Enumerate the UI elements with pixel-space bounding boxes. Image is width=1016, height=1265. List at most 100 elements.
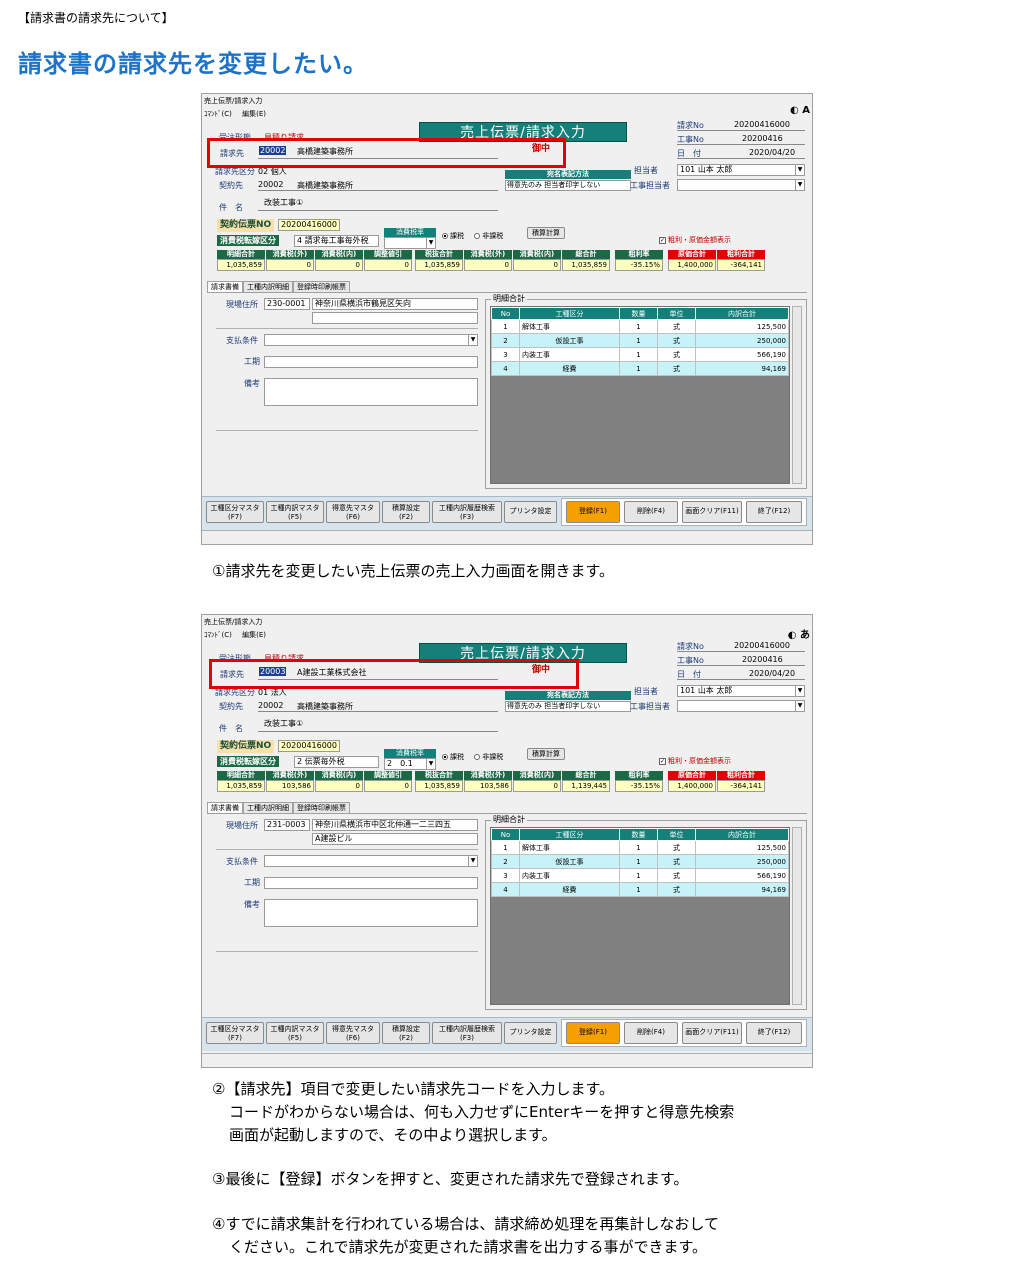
meisai-grid[interactable]: No 工種区分 数量 単位 内訳合計 1 解体工事 1 式 125,500 2 仮設工事 1… [490, 306, 790, 484]
keiyaku-no-field[interactable]: 20200416000 [278, 740, 340, 752]
totals-value: 1,035,859 [415, 259, 463, 271]
koki-field[interactable] [264, 877, 478, 889]
cell-unit: 式 [657, 333, 696, 348]
tantosha-select[interactable]: 101 山本 太郎 ▼ [677, 164, 805, 176]
tab-koshu-meisai[interactable]: 工種内訳明細 [243, 802, 293, 813]
zip-field[interactable]: 230-0001 [264, 298, 310, 310]
koshu-uchiwake-master-button[interactable]: 工種内訳マスタ (F5) [266, 1022, 324, 1044]
customer-master-button[interactable]: 得意先マスタ (F6) [326, 1022, 380, 1044]
clear-button[interactable]: 画面クリア(F11) [682, 501, 742, 523]
totals-value: 0 [513, 780, 561, 792]
table-row[interactable]: 4 経費 1 式 94,169 [491, 361, 789, 376]
hikazei-radio[interactable]: 非課税 [474, 232, 503, 240]
koshu-kubun-master-button[interactable]: 工種区分マスタ (F7) [206, 501, 264, 523]
koji-tantosha-select[interactable]: ▼ [677, 700, 805, 712]
tax-rate-dropdown-icon[interactable]: ▼ [426, 238, 435, 248]
koji-tantosha-dropdown-icon[interactable]: ▼ [795, 701, 804, 711]
kenmei-input[interactable]: 改装工事① [264, 197, 303, 208]
tantosha-select[interactable]: 101 山本 太郎 ▼ [677, 685, 805, 697]
kazei-radio[interactable]: 課税 [442, 753, 464, 761]
tax-kubun-select[interactable]: 4 請求毎工事毎外税 [294, 235, 379, 247]
kenmei-label: 件 名 [219, 203, 243, 212]
koshu-uchiwake-master-button[interactable]: 工種内訳マスタ (F5) [266, 501, 324, 523]
address2-field[interactable] [312, 312, 478, 324]
tax-kubun-select[interactable]: 2 伝票毎外税 [294, 756, 379, 768]
cell-qty: 1 [619, 840, 658, 855]
show-cost-checkbox[interactable]: ✓ 粗利・原価金額表示 [659, 235, 731, 245]
sekisan-settings-button[interactable]: 積算設定 (F2) [382, 1022, 430, 1044]
sekisan-button[interactable]: 積算計算 [527, 748, 565, 760]
clear-button[interactable]: 画面クリア(F11) [682, 1022, 742, 1044]
history-search-button[interactable]: 工種内訳履歴検索 (F3) [432, 501, 502, 523]
tab-koshu-meisai[interactable]: 工種内訳明細 [243, 281, 293, 292]
totals-header: 消費税(外) [464, 250, 512, 259]
tax-rate-select[interactable]: 2 0.1 ▼ [384, 758, 436, 770]
tax-radio-group: 課税 非課税 [442, 231, 503, 241]
step-1-text: ①請求先を変更したい売上伝票の売上入力画面を開きます。 [212, 562, 614, 580]
menu-command[interactable]: ｺﾏﾝﾄﾞ(C) [204, 110, 232, 118]
table-row[interactable]: 1 解体工事 1 式 125,500 [491, 319, 789, 334]
sekisan-button[interactable]: 積算計算 [527, 227, 565, 239]
meisai-grid[interactable]: No 工種区分 数量 単位 内訳合計 1 解体工事 1 式 125,500 2 仮設工事 1… [490, 827, 790, 1005]
address1-field[interactable]: 神奈川県横浜市鶴見区矢向 [312, 298, 478, 310]
table-row[interactable]: 1 解体工事 1 式 125,500 [491, 840, 789, 855]
table-row[interactable]: 2 仮設工事 1 式 250,000 [491, 854, 789, 869]
window-title: 売上伝票/請求入力 [204, 97, 263, 105]
koki-field[interactable] [264, 356, 478, 368]
delete-button[interactable]: 削除(F4) [624, 1022, 678, 1044]
cell-amount: 94,169 [695, 361, 789, 376]
keiyaku-no-field[interactable]: 20200416000 [278, 219, 340, 231]
menu-edit[interactable]: 編集(E) [242, 110, 266, 118]
menu-command[interactable]: ｺﾏﾝﾄﾞ(C) [204, 631, 232, 639]
biko-textarea[interactable] [264, 378, 478, 406]
koshu-kubun-master-button[interactable]: 工種区分マスタ (F7) [206, 1022, 264, 1044]
koji-tantosha-dropdown-icon[interactable]: ▼ [795, 180, 804, 190]
shiharai-select[interactable]: ▼ [264, 334, 478, 346]
kazei-radio[interactable]: 課税 [442, 232, 464, 240]
tantosha-dropdown-icon[interactable]: ▼ [795, 686, 804, 696]
totals-header: 明細合計 [217, 771, 265, 780]
button-label: 工種内訳マスタ [270, 504, 320, 512]
tab-seikyusho[interactable]: 請求書備 [207, 802, 243, 813]
tab-print-forms[interactable]: 登録時印刷帳票 [293, 802, 350, 813]
menu-edit[interactable]: 編集(E) [242, 631, 266, 639]
cell-no: 1 [491, 840, 520, 855]
tax-rate-select[interactable]: ▼ [384, 237, 436, 249]
kenmei-input[interactable]: 改装工事① [264, 718, 303, 729]
date-value: 2020/04/20 [749, 669, 796, 678]
table-row[interactable]: 4 経費 1 式 94,169 [491, 882, 789, 897]
koji-tantosha-select[interactable]: ▼ [677, 179, 805, 191]
shiharai-select[interactable]: ▼ [264, 855, 478, 867]
tax-rate-dropdown-icon[interactable]: ▼ [426, 759, 435, 769]
tab-print-forms[interactable]: 登録時印刷帳票 [293, 281, 350, 292]
register-button[interactable]: 登録(F1) [566, 501, 620, 523]
atena-select[interactable]: 得意先のみ 担当者印字しない [505, 180, 631, 191]
shiharai-dropdown-icon[interactable]: ▼ [468, 856, 477, 866]
register-button[interactable]: 登録(F1) [566, 1022, 620, 1044]
address1-field[interactable]: 神奈川県横浜市中区北仲通一二三四五 [312, 819, 478, 831]
shiharai-dropdown-icon[interactable]: ▼ [468, 335, 477, 345]
sekisan-settings-button[interactable]: 積算設定 (F2) [382, 501, 430, 523]
grid-scrollbar[interactable] [792, 827, 802, 1005]
show-cost-checkbox[interactable]: ✓ 粗利・原価金額表示 [659, 756, 731, 766]
printer-settings-button[interactable]: プリンタ設定 [504, 501, 557, 523]
exit-button[interactable]: 終了(F12) [746, 1022, 802, 1044]
table-row[interactable]: 3 内装工事 1 式 566,190 [491, 868, 789, 883]
table-row[interactable]: 3 内装工事 1 式 566,190 [491, 347, 789, 362]
cell-unit: 式 [657, 868, 696, 883]
delete-button[interactable]: 削除(F4) [624, 501, 678, 523]
customer-master-button[interactable]: 得意先マスタ (F6) [326, 501, 380, 523]
biko-textarea[interactable] [264, 899, 478, 927]
printer-settings-button[interactable]: プリンタ設定 [504, 1022, 557, 1044]
tantosha-dropdown-icon[interactable]: ▼ [795, 165, 804, 175]
zip-field[interactable]: 231-0003 [264, 819, 310, 831]
tab-seikyusho[interactable]: 請求書備 [207, 281, 243, 292]
exit-button[interactable]: 終了(F12) [746, 501, 802, 523]
address2-field[interactable]: A建設ビル [312, 833, 478, 845]
table-row[interactable]: 2 仮設工事 1 式 250,000 [491, 333, 789, 348]
grid-scrollbar[interactable] [792, 306, 802, 484]
atena-select[interactable]: 得意先のみ 担当者印字しない [505, 701, 631, 712]
shiharai-label: 支払条件 [226, 857, 258, 866]
history-search-button[interactable]: 工種内訳履歴検索 (F3) [432, 1022, 502, 1044]
hikazei-radio[interactable]: 非課税 [474, 753, 503, 761]
